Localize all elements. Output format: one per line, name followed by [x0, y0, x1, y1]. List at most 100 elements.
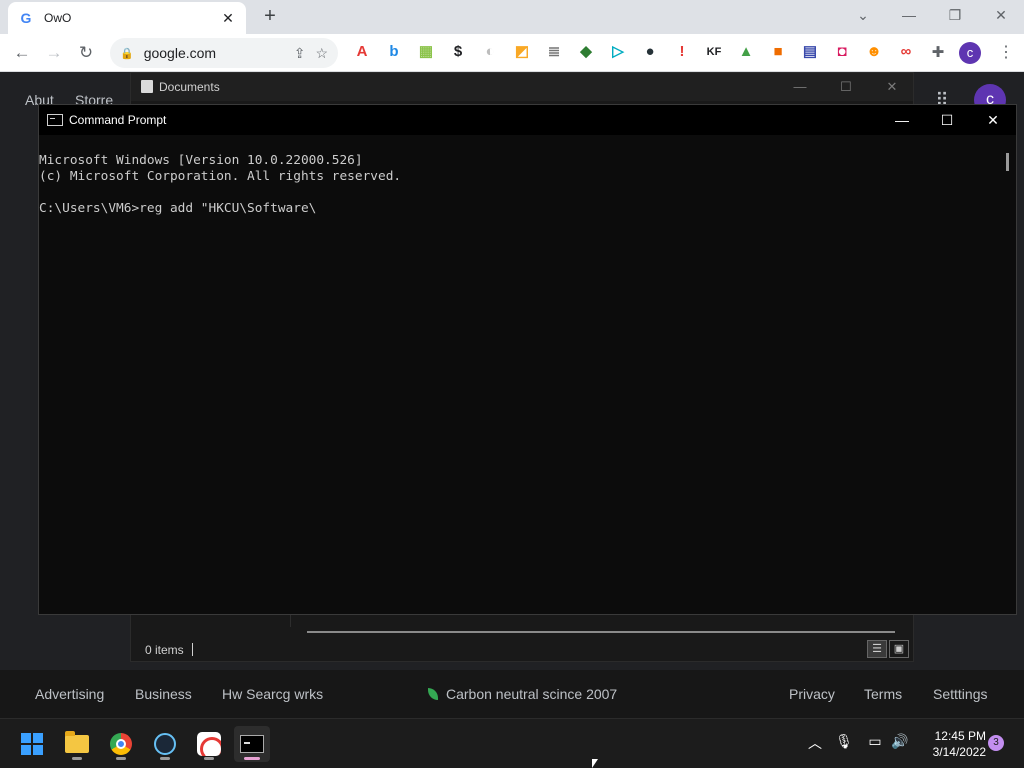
gauge-icon — [197, 732, 221, 756]
running-indicator — [204, 757, 214, 760]
cmd-maximize-button[interactable]: ☐ — [924, 105, 970, 135]
large-icons-view-icon[interactable]: ▣ — [889, 640, 909, 658]
grid-extension-icon[interactable]: ▦ — [417, 43, 435, 61]
cmd-minimize-button[interactable]: — — [879, 105, 925, 135]
monkey-extension-icon[interactable]: ☻ — [865, 43, 883, 61]
adblock-icon[interactable]: A — [353, 43, 371, 61]
footer-how-search-works-link[interactable]: Hw Searcg wrks — [222, 686, 323, 702]
extensions-puzzle-icon[interactable]: ✚ — [925, 40, 951, 66]
flag-extension-icon[interactable]: ▤ — [801, 43, 819, 61]
status-divider — [192, 643, 193, 656]
document-extension-icon[interactable]: ≣ — [545, 43, 563, 61]
steam-icon — [154, 733, 176, 755]
b-extension-icon[interactable]: b — [385, 43, 403, 61]
footer-advertising-link[interactable]: Advertising — [35, 686, 104, 702]
new-tab-button[interactable]: + — [256, 5, 284, 29]
cmd-title: Command Prompt — [69, 113, 167, 127]
browser-toolbar: ← → ↻ 🔒 google.com ⇪ ☆ Ab ▦ $ ◐ ◩ ≣ ◆ ▷ ●! KF ▲ ■ ▤ ◘… — [0, 34, 1024, 72]
clock-time: 12:45 PM — [934, 729, 986, 743]
footer-carbon-neutral[interactable]: Carbon neutral scince 2007 — [428, 686, 617, 702]
tray-overflow-chevron-icon[interactable]: ︿ — [805, 733, 825, 753]
play-extension-icon[interactable]: ▷ — [609, 43, 627, 61]
explorer-maximize-button[interactable]: ☐ — [823, 73, 869, 101]
windows-taskbar: ︿ 🎙 ▭ 🔊 12:45 PM 3/14/2022 3 — [0, 718, 1024, 768]
footer-terms-link[interactable]: Terms — [864, 686, 902, 702]
explorer-status-bar: 0 items ☰ ▣ — [131, 639, 913, 661]
url-text[interactable]: google.com — [144, 45, 284, 61]
taskbar-terminal[interactable] — [234, 726, 270, 762]
taskbar-gauge-app[interactable] — [191, 726, 227, 762]
terminal-icon — [47, 114, 63, 126]
explorer-title: Documents — [159, 80, 220, 94]
taskbar-chrome[interactable] — [103, 726, 139, 762]
taskbar-file-explorer[interactable] — [59, 726, 95, 762]
picture-extension-icon[interactable]: ▲ — [737, 43, 755, 61]
browser-tab[interactable]: G OwO ✕ — [8, 2, 246, 34]
windows-extension-icon[interactable]: ■ — [769, 43, 787, 61]
browser-minimize-button[interactable]: — — [886, 0, 932, 30]
chrome-icon — [110, 733, 132, 755]
tab-close-icon[interactable]: ✕ — [220, 10, 236, 27]
footer-privacy-link[interactable]: Privacy — [789, 686, 835, 702]
item-count: 0 items — [145, 643, 184, 657]
taskbar-steam[interactable] — [147, 726, 183, 762]
running-indicator — [160, 757, 170, 760]
command-prompt-window: Command Prompt — ☐ ✕ Microsoft Windows [… — [38, 104, 1017, 615]
pocket-extension-icon[interactable]: ◘ — [833, 43, 851, 61]
moon-extension-icon[interactable]: ◐ — [481, 43, 499, 61]
terminal-icon — [240, 735, 264, 753]
address-bar[interactable]: 🔒 google.com ⇪ ☆ — [110, 38, 338, 68]
footer-business-link[interactable]: Business — [135, 686, 192, 702]
notification-badge[interactable]: 3 — [988, 735, 1004, 751]
network-icon[interactable]: ▭ — [865, 733, 885, 750]
chrome-menu-icon[interactable]: ⋮ — [996, 40, 1016, 66]
footer-settings-link[interactable]: Setttings — [933, 686, 987, 702]
details-view-icon[interactable]: ☰ — [867, 640, 887, 658]
kf-extension-icon[interactable]: KF — [705, 43, 723, 61]
start-button[interactable] — [14, 726, 50, 762]
leaf-icon — [428, 688, 438, 700]
reload-icon[interactable]: ↻ — [73, 40, 99, 66]
cmd-titlebar[interactable]: Command Prompt — ☐ ✕ — [39, 105, 1016, 135]
profile-avatar[interactable]: c — [959, 42, 981, 64]
microphone-icon[interactable]: 🎙 — [834, 733, 854, 750]
document-folder-icon — [141, 80, 153, 93]
explorer-minimize-button[interactable]: — — [777, 73, 823, 101]
volume-icon[interactable]: 🔊 — [890, 733, 910, 750]
mouse-cursor — [592, 759, 598, 768]
forward-arrow-icon[interactable]: → — [41, 40, 67, 66]
exclamation-extension-icon[interactable]: ! — [673, 43, 691, 61]
share-icon[interactable]: ⇪ — [294, 45, 306, 62]
dollar-extension-icon[interactable]: $ — [449, 43, 467, 61]
lock-icon: 🔒 — [120, 47, 134, 60]
explorer-titlebar[interactable]: Documents — ☐ ✕ — [131, 73, 913, 101]
cmd-console-output[interactable]: Microsoft Windows [Version 10.0.22000.52… — [39, 137, 999, 217]
bookmark-star-icon[interactable]: ☆ — [315, 45, 328, 62]
back-arrow-icon[interactable]: ← — [9, 40, 35, 66]
browser-restore-button[interactable]: ❐ — [932, 0, 978, 30]
explorer-horizontal-scrollbar[interactable] — [307, 631, 895, 633]
browser-tabstrip: G OwO ✕ + ⌄ — ❐ ✕ — [0, 0, 1024, 34]
google-footer: Advertising Business Hw Searcg wrks Carb… — [0, 670, 1024, 718]
evernote-extension-icon[interactable]: ◆ — [577, 43, 595, 61]
magnifier-extension-icon[interactable]: ● — [641, 43, 659, 61]
cmd-scrollbar-thumb[interactable] — [1006, 153, 1009, 171]
active-indicator — [244, 757, 260, 760]
cmd-close-button[interactable]: ✕ — [970, 105, 1016, 135]
system-clock[interactable]: 12:45 PM 3/14/2022 — [916, 728, 986, 760]
browser-close-button[interactable]: ✕ — [978, 0, 1024, 30]
google-favicon-icon: G — [20, 10, 32, 26]
windows-logo-icon — [21, 733, 43, 755]
explorer-close-button[interactable]: ✕ — [869, 73, 915, 101]
tab-title: OwO — [44, 11, 72, 25]
glasses-extension-icon[interactable]: ∞ — [897, 43, 915, 61]
console-line: Microsoft Windows [Version 10.0.22000.52… — [39, 153, 363, 168]
clock-date: 3/14/2022 — [932, 745, 986, 759]
tile-extension-icon[interactable]: ◩ — [513, 43, 531, 61]
folder-icon — [65, 731, 89, 753]
tab-search-chevron-icon[interactable]: ⌄ — [840, 0, 886, 30]
running-indicator — [116, 757, 126, 760]
console-input-line[interactable]: C:\Users\VM6>reg add "HKCU\Software\ — [39, 201, 999, 217]
carbon-neutral-text: Carbon neutral scince 2007 — [446, 686, 618, 702]
